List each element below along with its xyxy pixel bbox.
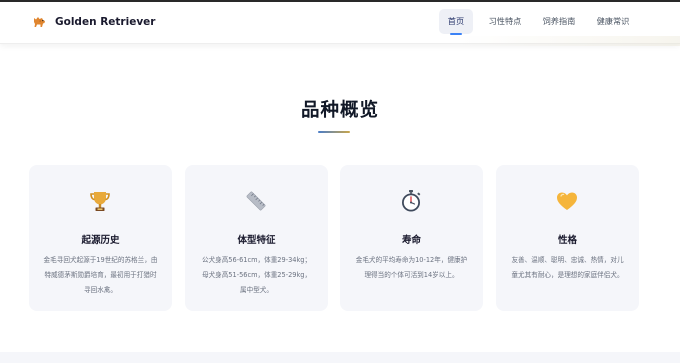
active-nav-indicator: [450, 33, 462, 35]
card-description: 金毛寻回犬起源于19世纪的苏格兰，由特威德茅斯勋爵培育，最初用于打猎时寻回水禽。: [43, 256, 158, 294]
card-description: 金毛犬的平均寿命为10-12年，健康护理得当的个体可活到14岁以上。: [355, 256, 468, 279]
nav-health[interactable]: 健康常识: [591, 9, 635, 34]
next-section-edge: [0, 352, 680, 363]
card-description: 公犬身高56-61cm，体重29-34kg；母犬身高51-56cm，体重25-2…: [201, 256, 312, 294]
card-title: 寿命: [401, 235, 421, 246]
nav-care-guide[interactable]: 饲养指南: [537, 9, 581, 34]
stopwatch-icon: [402, 190, 421, 212]
card-title: 起源历史: [81, 235, 120, 246]
card-origin: 起源历史 金毛寻回犬起源于19世纪的苏格兰，由特威德茅斯勋爵培育，最初用于打猎时…: [29, 165, 172, 311]
trophy-icon: [90, 192, 110, 211]
card-description: 友善、温顺、聪明、忠诚、热情，对儿童尤其有耐心，是理想的家庭伴侣犬。: [511, 256, 624, 279]
navbar-glow: [460, 36, 680, 46]
brand-name[interactable]: Golden Retriever: [55, 13, 155, 31]
section-title: 品种概览: [300, 100, 379, 121]
card-title: 体型特征: [237, 235, 276, 246]
card-title: 性格: [557, 235, 577, 246]
card-body-features: 体型特征 公犬身高56-61cm，体重29-34kg；母犬身高51-56cm，体…: [185, 165, 328, 311]
dog-icon[interactable]: [31, 13, 47, 29]
nav-habits[interactable]: 习性特点: [483, 9, 527, 34]
card-temperament: 性格 友善、温顺、聪明、忠诚、热情，对儿童尤其有耐心，是理想的家庭伴侣犬。: [496, 165, 639, 311]
ruler-icon: [246, 191, 266, 211]
nav-home[interactable]: 首页: [439, 9, 473, 34]
heart-icon: [557, 192, 577, 210]
card-lifespan: 寿命 金毛犬的平均寿命为10-12年，健康护理得当的个体可活到14岁以上。: [340, 165, 483, 311]
title-underline: [318, 131, 350, 133]
